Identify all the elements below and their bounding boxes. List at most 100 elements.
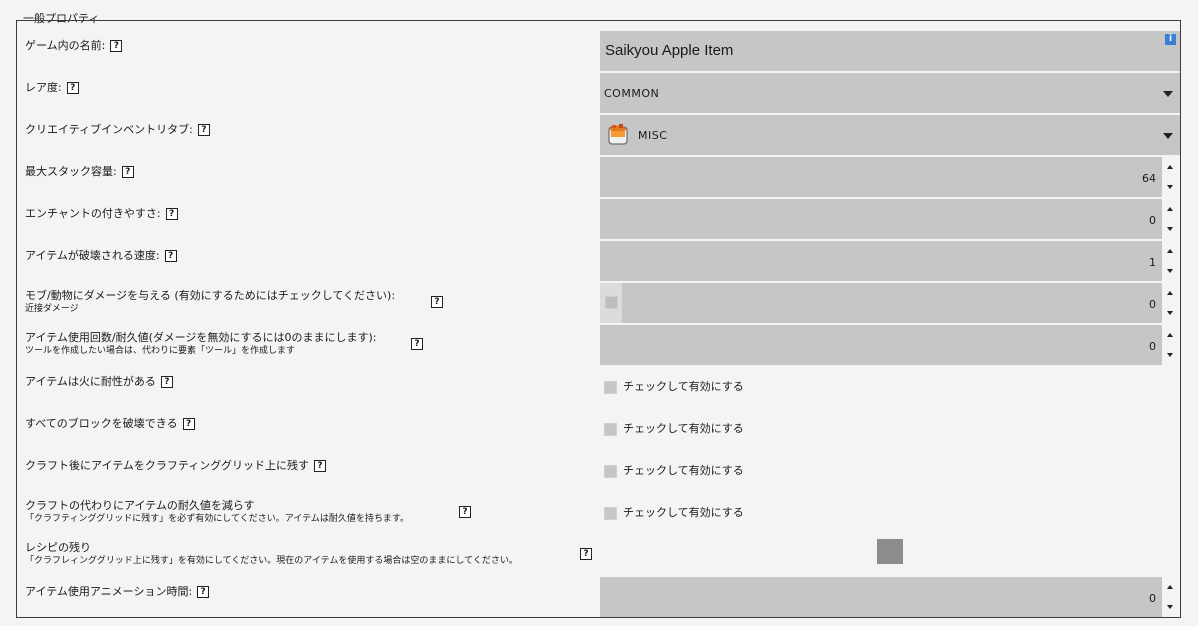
name-label: ゲーム内の名前:: [25, 39, 106, 52]
damage-on-craft-check-label: チェックして有効にする: [623, 506, 744, 519]
spin-down-icon[interactable]: [1167, 185, 1173, 189]
help-icon[interactable]: ?: [197, 124, 210, 136]
chevron-down-icon: [1163, 133, 1173, 139]
damage-sublabel: 近接ダメージ: [25, 304, 79, 314]
enchantability-value: 0: [1149, 214, 1156, 227]
enchantability-label: エンチャントの付きやすさ:: [25, 207, 161, 220]
spin-up-icon[interactable]: [1167, 333, 1173, 337]
help-icon[interactable]: ?: [459, 506, 471, 518]
destroy-speed-input[interactable]: 1: [600, 241, 1180, 281]
creative-tab-label: クリエイティブインベントリタブ:: [25, 123, 193, 136]
damage-input[interactable]: 0: [600, 283, 1180, 323]
name-input[interactable]: Saikyou Apple Item i: [600, 31, 1180, 71]
damage-on-craft-checkbox[interactable]: [604, 506, 617, 520]
damage-on-craft-toggle[interactable]: チェックして有効にする: [604, 505, 744, 521]
help-icon[interactable]: ?: [110, 40, 123, 52]
help-icon[interactable]: ?: [411, 338, 423, 350]
recipe-remainder-sublabel: 「クラフレィンググリッド上に残す」を有効にしてください。現在のアイテムを使用する…: [25, 556, 518, 566]
recipe-remainder-row: レシピの残り 「クラフレィンググリッド上に残す」を有効にしてください。現在のアイ…: [17, 534, 1180, 576]
help-icon[interactable]: ?: [121, 166, 134, 178]
stack-size-input[interactable]: 64: [600, 157, 1180, 197]
stay-in-grid-checkbox[interactable]: [604, 464, 617, 478]
enchantability-input[interactable]: 0: [600, 199, 1180, 239]
help-icon[interactable]: ?: [160, 376, 173, 388]
chevron-down-icon: [1163, 91, 1173, 97]
damage-on-craft-sublabel: 「クラフティンググリッドに残す」を必ず有効にしてください。アイテムは耐久値を持ち…: [25, 514, 409, 524]
creative-tab-select[interactable]: MISC: [600, 115, 1180, 155]
rarity-value: COMMON: [604, 87, 660, 100]
break-all-check-label: チェックして有効にする: [623, 422, 744, 435]
name-row: ゲーム内の名前:? Saikyou Apple Item i: [17, 30, 1180, 72]
damage-on-craft-row: クラフトの代わりにアイテムの耐久値を減らす 「クラフティンググリッドに残す」を必…: [17, 492, 1180, 534]
enchantability-spinner[interactable]: [1162, 199, 1180, 239]
help-icon[interactable]: ?: [66, 82, 79, 94]
use-duration-row: アイテム使用アニメーション時間:? 0: [17, 576, 1180, 618]
enchantability-row: エンチャントの付きやすさ:? 0: [17, 198, 1180, 240]
stack-size-row: 最大スタック容量:? 64: [17, 156, 1180, 198]
fire-resistant-row: アイテムは火に耐性がある? チェックして有効にする: [17, 366, 1180, 408]
use-duration-label: アイテム使用アニメーション時間:: [25, 585, 193, 598]
spin-down-icon[interactable]: [1167, 227, 1173, 231]
fire-resistant-check-label: チェックして有効にする: [623, 380, 744, 393]
creative-tab-value: MISC: [638, 129, 668, 142]
stay-in-grid-check-label: チェックして有効にする: [623, 464, 744, 477]
help-icon[interactable]: ?: [164, 250, 177, 262]
bucket-icon: [608, 124, 628, 145]
creative-tab-row: クリエイティブインベントリタブ:? MISC: [17, 114, 1180, 156]
rarity-select[interactable]: COMMON: [600, 73, 1180, 113]
recipe-remainder-item-slot[interactable]: [877, 539, 903, 564]
destroy-speed-row: アイテムが破壊される速度:? 1: [17, 240, 1180, 282]
rarity-label: レア度:: [25, 81, 62, 94]
spin-up-icon[interactable]: [1167, 585, 1173, 589]
fire-resistant-toggle[interactable]: チェックして有効にする: [604, 379, 744, 395]
stay-in-grid-toggle[interactable]: チェックして有効にする: [604, 463, 744, 479]
durability-row: アイテム使用回数/耐久値(ダメージを無効にするには0のままにします): ツールを…: [17, 324, 1180, 366]
durability-spinner[interactable]: [1162, 325, 1180, 365]
break-all-toggle[interactable]: チェックして有効にする: [604, 421, 744, 437]
spin-up-icon[interactable]: [1167, 165, 1173, 169]
spin-down-icon[interactable]: [1167, 353, 1173, 357]
fire-resistant-checkbox[interactable]: [604, 380, 617, 394]
general-properties-fieldset: ゲーム内の名前:? Saikyou Apple Item i レア度:? COM…: [16, 20, 1181, 618]
stay-in-grid-label: クラフト後にアイテムをクラフティンググリッド上に残す: [25, 459, 310, 472]
help-icon[interactable]: ?: [182, 418, 195, 430]
damage-checkbox[interactable]: [605, 296, 618, 309]
help-icon[interactable]: ?: [431, 296, 443, 308]
fire-resistant-label: アイテムは火に耐性がある: [25, 375, 156, 388]
damage-on-craft-label: クラフトの代わりにアイテムの耐久値を減らす: [25, 499, 255, 512]
damage-label: モブ/動物にダメージを与える (有効にするためにはチェックしてください):: [25, 289, 396, 302]
durability-input[interactable]: 0: [600, 325, 1180, 365]
spin-down-icon[interactable]: [1167, 311, 1173, 315]
damage-value: 0: [1149, 298, 1156, 311]
use-duration-value: 0: [1149, 592, 1156, 605]
help-icon[interactable]: ?: [314, 460, 327, 472]
durability-label: アイテム使用回数/耐久値(ダメージを無効にするには0のままにします):: [25, 331, 377, 344]
break-all-label: すべてのブロックを破壊できる: [25, 417, 178, 430]
stay-in-grid-row: クラフト後にアイテムをクラフティンググリッド上に残す? チェックして有効にする: [17, 450, 1180, 492]
help-icon[interactable]: ?: [580, 548, 592, 560]
damage-row: モブ/動物にダメージを与える (有効にするためにはチェックしてください): 近接…: [17, 282, 1180, 324]
durability-sublabel: ツールを作成したい場合は、代わりに要素「ツール」を作成します: [25, 346, 296, 356]
destroy-speed-value: 1: [1149, 256, 1156, 269]
rarity-row: レア度:? COMMON: [17, 72, 1180, 114]
spin-down-icon[interactable]: [1167, 269, 1173, 273]
spin-up-icon[interactable]: [1167, 207, 1173, 211]
destroy-speed-label: アイテムが破壊される速度:: [25, 249, 160, 262]
durability-value: 0: [1149, 340, 1156, 353]
stack-size-label: 最大スタック容量:: [25, 165, 117, 178]
use-duration-input[interactable]: 0: [600, 577, 1180, 617]
stack-size-value: 64: [1142, 172, 1156, 185]
info-icon[interactable]: i: [1165, 34, 1176, 45]
help-icon[interactable]: ?: [165, 208, 178, 220]
break-all-checkbox[interactable]: [604, 422, 617, 436]
break-all-row: すべてのブロックを破壊できる? チェックして有効にする: [17, 408, 1180, 450]
use-duration-spinner[interactable]: [1162, 577, 1180, 617]
stack-size-spinner[interactable]: [1162, 157, 1180, 197]
name-value: Saikyou Apple Item: [605, 42, 734, 59]
spin-down-icon[interactable]: [1167, 605, 1173, 609]
help-icon[interactable]: ?: [197, 586, 210, 598]
damage-spinner[interactable]: [1162, 283, 1180, 323]
spin-up-icon[interactable]: [1167, 249, 1173, 253]
spin-up-icon[interactable]: [1167, 291, 1173, 295]
destroy-speed-spinner[interactable]: [1162, 241, 1180, 281]
